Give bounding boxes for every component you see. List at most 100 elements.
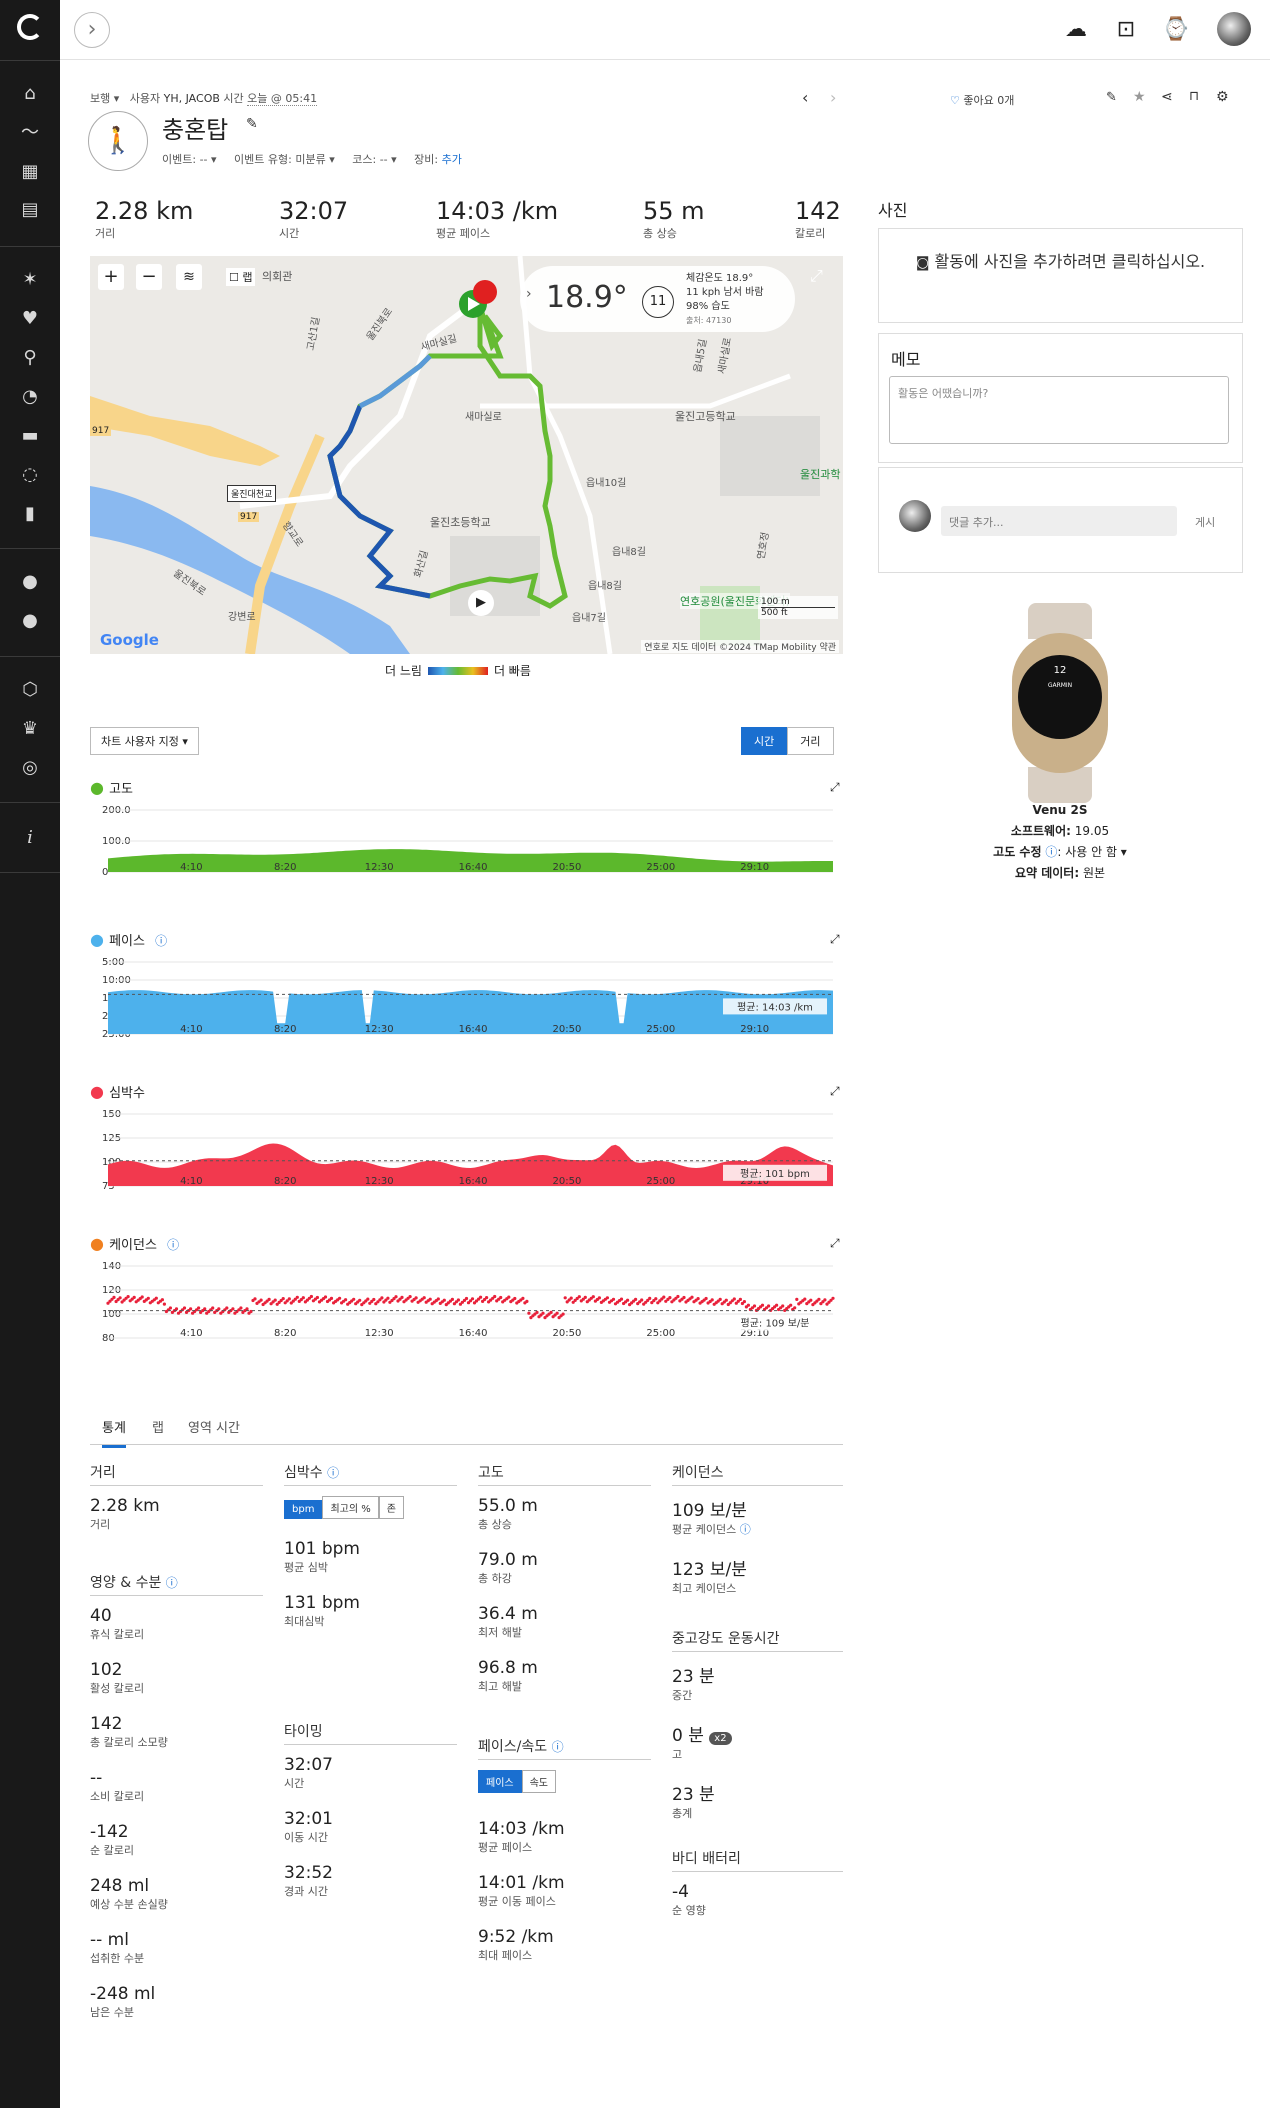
training-icon[interactable]: ⚲ — [18, 346, 42, 370]
share-icon[interactable]: ⋖ — [1161, 89, 1173, 105]
heart-rate-chart[interactable]: 150125100754:108:2012:3016:4020:5025:002… — [90, 1104, 843, 1194]
prev-activity-icon[interactable]: ‹ — [802, 88, 808, 107]
tab-laps[interactable]: 랩 — [152, 1417, 164, 1436]
pace-speed-help-icon[interactable]: ⓘ — [552, 1740, 564, 1754]
stopwatch-icon[interactable]: ◔ — [18, 385, 42, 409]
pace-button[interactable]: 페이스 — [478, 1770, 522, 1793]
event-type-select[interactable]: 미분류 — [295, 153, 325, 166]
cadence-point — [611, 1297, 616, 1301]
settings-gear-icon[interactable]: ⚙ — [1216, 89, 1229, 105]
cadence-point — [760, 1303, 765, 1307]
hr-percent-button[interactable]: 최고의 % — [322, 1496, 379, 1519]
cadence-point — [112, 1295, 116, 1299]
event-select[interactable]: -- — [200, 153, 208, 166]
elevation-correction-select[interactable]: : 사용 안 함 ▾ — [1057, 845, 1127, 859]
cadence-point — [386, 1296, 390, 1300]
pace-help-icon[interactable]: ⓘ — [155, 934, 167, 948]
activity-type[interactable]: 보행 — [90, 92, 110, 105]
tab-stats[interactable]: 통계 — [102, 1417, 126, 1448]
expand-sidebar-button[interactable]: › — [74, 12, 110, 48]
groups-icon[interactable]: ● — [18, 609, 42, 633]
device-watch-icon[interactable]: ⌚ — [1162, 16, 1190, 44]
goals-icon[interactable]: ◎ — [18, 756, 42, 780]
pace-chart[interactable]: 5:0010:0015:0020:0025:004:108:2012:3016:… — [90, 952, 843, 1042]
elev-corr-help-icon[interactable]: ⓘ — [1045, 845, 1057, 859]
cadence-expand-icon[interactable]: ⤢ — [830, 1236, 840, 1251]
challenges-trophy-icon[interactable]: ♛ — [18, 717, 42, 741]
memo-textarea[interactable]: 활동은 어땠습니까? — [889, 376, 1229, 444]
elevation-chart[interactable]: 200.0100.00 4:10 8:20 12:30 16:40 20:50 25:00 2… — [90, 800, 843, 880]
calendar-icon[interactable]: ▦ — [18, 160, 42, 184]
activities-icon[interactable]: ✶ — [18, 268, 42, 292]
hr-expand-icon[interactable]: ⤢ — [830, 1084, 840, 1099]
time-axis-button[interactable]: 시간 — [741, 727, 788, 755]
next-activity-icon[interactable]: › — [830, 88, 836, 107]
stat-calories: 142 칼로리 — [795, 197, 841, 240]
comment-input[interactable]: 댓글 추가... — [941, 506, 1177, 536]
zoom-in-button[interactable]: + — [98, 264, 124, 290]
x-tick-label: 29:10 — [740, 862, 769, 873]
activity-title[interactable]: 충혼탑 — [162, 110, 228, 145]
home-icon[interactable]: ⌂ — [18, 82, 42, 106]
lap-toggle[interactable]: ☐ 랩 — [226, 268, 256, 286]
privacy-lock-icon[interactable]: ⊓ — [1189, 89, 1199, 104]
sidebar: ⌂ 〜 ▦ ▤ ✶ ♥ ⚲ ◔ ▬ ◌ ▮ ● ● ⬡ ♛ ◎ i — [0, 0, 60, 2108]
course-select[interactable]: -- — [380, 153, 388, 166]
cadence-point — [662, 1295, 666, 1299]
hr-help-icon[interactable]: ⓘ — [327, 1466, 339, 1480]
edit-pencil-icon[interactable]: ✎ — [246, 116, 258, 132]
connections-icon[interactable]: ● — [18, 570, 42, 594]
reports-icon[interactable]: ▮ — [18, 502, 42, 526]
tab-zones[interactable]: 영역 시간 — [188, 1417, 240, 1436]
health-heart-icon[interactable]: ♥ — [18, 307, 42, 331]
route-map[interactable]: + − ≋ ☐ 랩 의회관 › 18.9° 11 체감온도 18.9° 11 kp… — [90, 256, 843, 654]
cadence-point — [366, 1297, 370, 1301]
zoom-out-button[interactable]: − — [136, 264, 162, 290]
fullscreen-icon[interactable]: ⤢ — [810, 266, 823, 286]
weather-expand-icon[interactable]: › — [526, 286, 532, 302]
add-photo-area[interactable]: ◙ 활동에 사진을 추가하려면 클릭하십시오. — [878, 228, 1243, 323]
cadence-point — [527, 1311, 531, 1315]
nutrition-help-icon[interactable]: ⓘ — [166, 1576, 178, 1590]
user-avatar[interactable] — [1217, 12, 1251, 46]
speed-gradient-bar — [427, 666, 488, 675]
trend-icon[interactable]: 〜 — [18, 121, 42, 145]
cadence-point — [323, 1295, 328, 1299]
route-play-button[interactable]: ▶ — [468, 590, 494, 616]
cadence-help-icon[interactable]: ⓘ — [167, 1238, 179, 1252]
cadence-point — [654, 1297, 658, 1301]
elevation-expand-icon[interactable]: ⤢ — [830, 780, 840, 795]
star-icon[interactable]: ★ — [1133, 89, 1146, 105]
cadence-point — [225, 1306, 229, 1310]
cadence-summary-help-icon[interactable]: ⓘ — [740, 1523, 751, 1536]
inbox-icon[interactable]: ⊡ — [1112, 16, 1140, 44]
x-tick-label: 16:40 — [459, 1176, 488, 1187]
hr-bpm-button[interactable]: bpm — [284, 1500, 323, 1519]
elevation-dot-icon: ● — [90, 778, 104, 797]
post-comment-button[interactable]: 게시 — [1195, 514, 1215, 530]
edit-icon[interactable]: ✎ — [1106, 90, 1117, 105]
badges-icon[interactable]: ⬡ — [18, 678, 42, 702]
garmin-logo-icon[interactable] — [17, 14, 43, 40]
speed-button[interactable]: 속도 — [521, 1770, 557, 1793]
cadence-chart[interactable]: 14012010080 4:10 8:20 12:30 16:40 20:50 25:00 2… — [90, 1256, 843, 1346]
upload-cloud-icon[interactable]: ☁ — [1062, 16, 1090, 44]
device-name[interactable]: Venu 2S — [870, 800, 1250, 821]
like-button[interactable]: ♡ 좋아요 0개 — [950, 92, 1014, 108]
info-icon[interactable]: i — [18, 826, 42, 850]
cadence-point — [535, 1310, 539, 1314]
pace-expand-icon[interactable]: ⤢ — [830, 932, 840, 947]
chart-customize-dropdown[interactable]: 차트 사용자 지정 ▾ — [90, 727, 199, 755]
gear-shoe-icon[interactable]: ▬ — [18, 424, 42, 448]
insights-bulb-icon[interactable]: ◌ — [18, 463, 42, 487]
summary-item: 79.0 m총 하강 — [478, 1550, 538, 1585]
hr-zone-button[interactable]: 존 — [378, 1496, 404, 1519]
map-layers-icon[interactable]: ≋ — [176, 264, 202, 290]
cadence-point — [541, 1311, 545, 1315]
x-tick-label: 4:10 — [180, 1328, 202, 1339]
news-feed-icon[interactable]: ▤ — [18, 198, 42, 222]
weather-widget[interactable]: › 18.9° 11 체감온도 18.9° 11 kph 남서 바람 98% 습도 출… — [520, 266, 795, 332]
gear-add-link[interactable]: 추가 — [442, 153, 462, 166]
elevation-chart-header: ● 고도 — [90, 778, 133, 797]
distance-axis-button[interactable]: 거리 — [787, 727, 834, 755]
